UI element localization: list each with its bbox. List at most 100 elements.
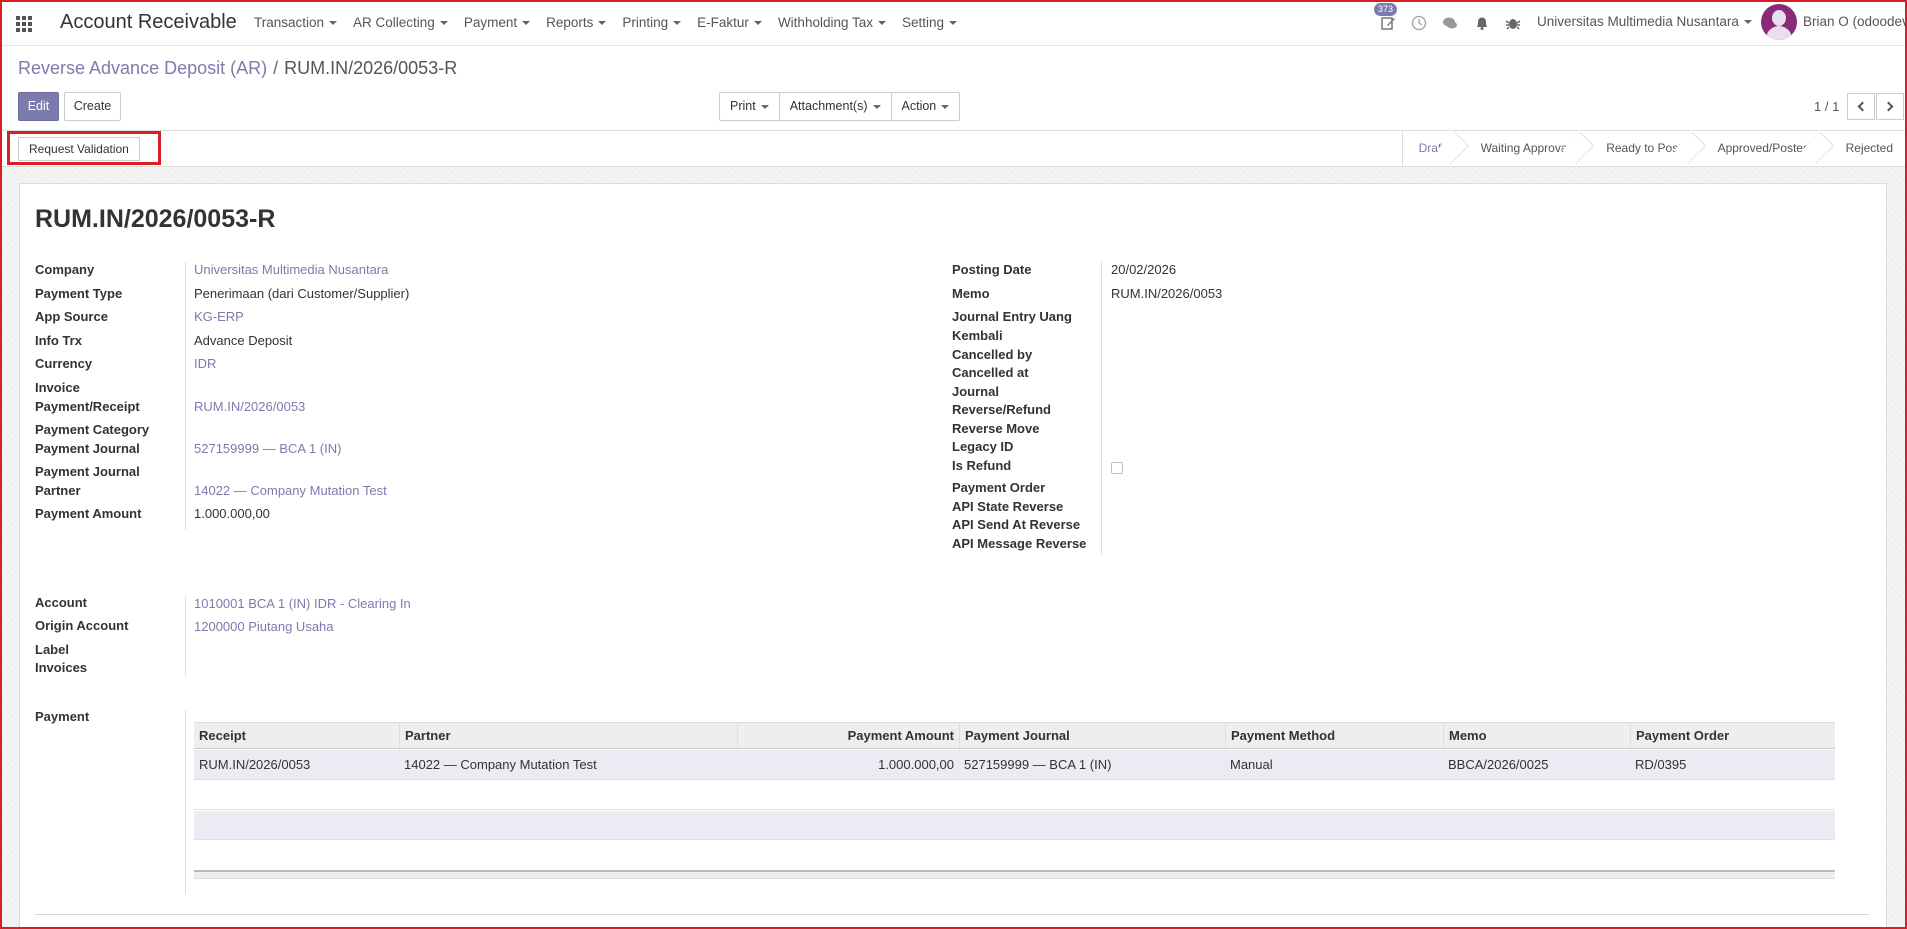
record-title: RUM.IN/2026/0053-R bbox=[35, 205, 276, 233]
payment-receipt-field[interactable]: RUM.IN/2026/0053 bbox=[194, 399, 305, 414]
label-label: Label bbox=[35, 642, 69, 657]
table-footer bbox=[194, 870, 1835, 879]
payment-journal-field[interactable]: 527159999 — BCA 1 (IN) bbox=[194, 441, 341, 456]
table-header: Receipt Partner Payment Amount Payment J… bbox=[194, 722, 1835, 750]
menu-setting[interactable]: Setting bbox=[894, 0, 965, 46]
column-payment-method[interactable]: Payment Method bbox=[1225, 723, 1443, 750]
journal-entry-label-2: Kembali bbox=[952, 328, 1003, 343]
payment-amount-label: Payment Amount bbox=[35, 506, 142, 521]
payment-order-label: Payment Order bbox=[952, 480, 1046, 495]
cell-payment-amount: 1.000.000,00 bbox=[878, 757, 954, 772]
cell-partner: 14022 — Company Mutation Test bbox=[404, 757, 597, 772]
menu-reports[interactable]: Reports bbox=[538, 0, 614, 46]
empty-table-row bbox=[194, 811, 1835, 840]
menu-ar-collecting[interactable]: AR Collecting bbox=[345, 0, 456, 46]
menu-e-faktur[interactable]: E-Faktur bbox=[689, 0, 770, 46]
top-navbar: Account Receivable Transaction AR Collec… bbox=[0, 0, 1907, 46]
create-button[interactable]: Create bbox=[64, 92, 121, 121]
apps-menu-icon[interactable] bbox=[16, 16, 32, 32]
print-dropdown[interactable]: Print bbox=[720, 93, 780, 120]
journal-entry-label-1: Journal Entry Uang bbox=[952, 309, 1072, 324]
menu-transaction[interactable]: Transaction bbox=[246, 0, 345, 46]
payment-amount-field: 1.000.000,00 bbox=[194, 506, 270, 521]
activity-edit-icon[interactable] bbox=[1380, 15, 1396, 31]
column-receipt[interactable]: Receipt bbox=[194, 723, 399, 750]
breadcrumb-parent-link[interactable]: Reverse Advance Deposit (AR) bbox=[18, 58, 267, 78]
cancelled-by-label: Cancelled by bbox=[952, 347, 1033, 362]
chevron-right-icon bbox=[1883, 101, 1894, 112]
bug-icon[interactable] bbox=[1505, 15, 1521, 31]
reverse-refund-label: Reverse/Refund bbox=[952, 402, 1051, 417]
partner-field[interactable]: 14022 — Company Mutation Test bbox=[194, 483, 387, 498]
stage-waiting-approval[interactable]: Waiting Approval bbox=[1459, 131, 1585, 166]
company-label: Company bbox=[35, 262, 95, 277]
info-trx-field: Advance Deposit bbox=[194, 333, 293, 348]
main-menu: Transaction AR Collecting Payment Report… bbox=[246, 0, 965, 46]
origin-account-label: Origin Account bbox=[35, 618, 129, 633]
empty-table-row bbox=[194, 841, 1835, 870]
column-payment-journal[interactable]: Payment Journal bbox=[959, 723, 1225, 750]
payment-group-separator bbox=[185, 710, 186, 894]
pager-value[interactable]: 1 / 1 bbox=[1814, 99, 1839, 114]
sidebar-actions: Print Attachment(s) Action bbox=[719, 92, 961, 121]
menu-withholding-tax[interactable]: Withholding Tax bbox=[770, 0, 894, 46]
clock-icon[interactable] bbox=[1411, 15, 1427, 31]
cell-payment-journal: 527159999 — BCA 1 (IN) bbox=[964, 757, 1112, 772]
stage-ready-to-post[interactable]: Ready to Post bbox=[1584, 131, 1695, 166]
column-payment-amount[interactable]: Payment Amount bbox=[737, 723, 959, 750]
attachments-dropdown[interactable]: Attachment(s) bbox=[780, 93, 892, 120]
info-trx-label: Info Trx bbox=[35, 333, 82, 348]
company-field[interactable]: Universitas Multimedia Nusantara bbox=[194, 262, 388, 277]
sheet-divider bbox=[35, 914, 1869, 915]
cell-receipt: RUM.IN/2026/0053 bbox=[199, 757, 311, 772]
payment-category-label: Payment Category bbox=[35, 422, 150, 437]
memo-label: Memo bbox=[952, 286, 990, 301]
request-validation-button[interactable]: Request Validation bbox=[18, 137, 140, 161]
column-payment-order[interactable]: Payment Order bbox=[1630, 723, 1835, 750]
breadcrumb-separator: / bbox=[273, 58, 279, 78]
menu-printing[interactable]: Printing bbox=[614, 0, 689, 46]
account-label: Account bbox=[35, 595, 87, 610]
app-source-field[interactable]: KG-ERP bbox=[194, 309, 244, 324]
api-state-reverse-label: API State Reverse bbox=[952, 499, 1064, 514]
payment-type-label: Payment Type bbox=[35, 286, 123, 301]
column-partner[interactable]: Partner bbox=[399, 723, 737, 750]
stage-rejected[interactable]: Rejected bbox=[1824, 131, 1907, 166]
app-title: Account Receivable bbox=[60, 11, 237, 33]
pager-previous-button[interactable] bbox=[1847, 93, 1875, 120]
payment-type-field: Penerimaan (dari Customer/Supplier) bbox=[194, 286, 410, 301]
activity-count-badge: 373 bbox=[1374, 3, 1398, 16]
memo-field: RUM.IN/2026/0053 bbox=[1111, 286, 1223, 301]
partner-label: Partner bbox=[35, 483, 81, 498]
reverse-move-label: Reverse Move bbox=[952, 421, 1040, 436]
invoices-label: Invoices bbox=[35, 660, 88, 675]
bell-icon[interactable] bbox=[1474, 15, 1490, 31]
menu-payment[interactable]: Payment bbox=[456, 0, 538, 46]
payment-journal-2-label: Payment Journal bbox=[35, 464, 140, 479]
pager-next-button[interactable] bbox=[1876, 93, 1904, 120]
account-field[interactable]: 1010001 BCA 1 (IN) IDR - Clearing In bbox=[194, 596, 411, 611]
stage-approved-posted[interactable]: Approved/Posted bbox=[1696, 131, 1824, 166]
posting-date-label: Posting Date bbox=[952, 262, 1032, 277]
is-refund-label: Is Refund bbox=[952, 458, 1012, 473]
accounts-group-separator bbox=[185, 596, 186, 676]
edit-button[interactable]: Edit bbox=[18, 92, 59, 121]
chat-icon[interactable] bbox=[1442, 15, 1458, 31]
table-row[interactable]: RUM.IN/2026/0053 14022 — Company Mutatio… bbox=[194, 750, 1835, 780]
api-message-reverse-label: API Message Reverse bbox=[952, 536, 1087, 551]
stage-draft[interactable]: Draft bbox=[1403, 131, 1459, 166]
currency-field[interactable]: IDR bbox=[194, 356, 216, 371]
column-memo[interactable]: Memo bbox=[1443, 723, 1630, 750]
journal-label: Journal bbox=[952, 384, 999, 399]
action-dropdown[interactable]: Action bbox=[892, 93, 960, 120]
status-stages: Draft Waiting Approval Ready to Post App… bbox=[1401, 131, 1907, 166]
origin-account-field[interactable]: 1200000 Piutang Usaha bbox=[194, 619, 334, 634]
cell-payment-method: Manual bbox=[1230, 757, 1273, 772]
payment-journal-label: Payment Journal bbox=[35, 441, 140, 456]
company-switcher[interactable]: Universitas Multimedia Nusantara bbox=[1537, 14, 1752, 29]
api-send-at-reverse-label: API Send At Reverse bbox=[952, 517, 1081, 532]
chevron-left-icon bbox=[1857, 101, 1868, 112]
user-menu[interactable]: Brian O (odoodeve bbox=[1803, 14, 1907, 29]
is-refund-checkbox[interactable] bbox=[1111, 462, 1123, 474]
user-avatar[interactable] bbox=[1761, 4, 1797, 40]
